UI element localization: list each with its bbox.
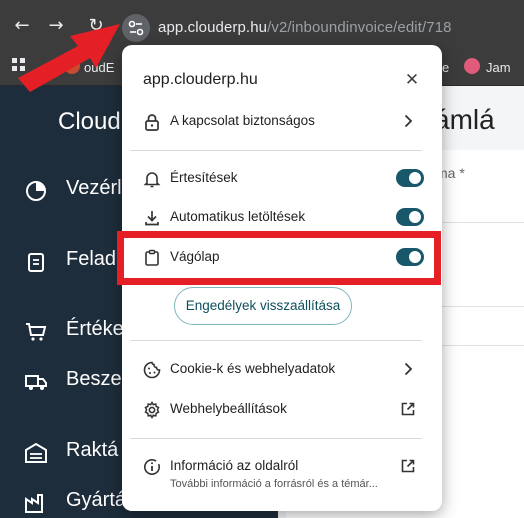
popup-divider bbox=[130, 150, 422, 151]
url-path: /v2/inboundinvoice/edit/718 bbox=[267, 19, 452, 36]
sidebar-item-label: Raktá bbox=[66, 439, 119, 461]
cart-icon bbox=[26, 323, 47, 341]
popup-divider bbox=[130, 438, 422, 439]
warehouse-icon bbox=[25, 442, 47, 463]
site-settings-label: Webhelybeállítások bbox=[170, 401, 287, 416]
tune-icon bbox=[128, 20, 144, 36]
popup-divider bbox=[130, 340, 422, 341]
sidebar-item-label: Gyártá bbox=[66, 489, 127, 511]
gear-icon bbox=[144, 401, 160, 420]
apps-grid-icon[interactable] bbox=[12, 58, 26, 72]
clipboard-icon bbox=[28, 253, 44, 272]
reset-permissions-button[interactable]: Engedélyek visszaállítása bbox=[174, 287, 352, 325]
downloads-toggle[interactable] bbox=[396, 208, 424, 226]
sidebar-item-label: Vezérl bbox=[66, 177, 122, 199]
truck-icon bbox=[25, 375, 47, 390]
info-icon bbox=[144, 459, 160, 475]
url-host: app.clouderp.hu bbox=[158, 19, 268, 36]
external-link-icon bbox=[401, 402, 415, 416]
sidebar-item-label: Felad bbox=[66, 248, 117, 270]
chevron-right-icon bbox=[404, 362, 413, 376]
sidebar-item-label: Besze bbox=[66, 368, 122, 390]
page-info-label: Információ az oldalról bbox=[170, 458, 299, 473]
bookmark-favicon bbox=[64, 58, 80, 74]
sidebar-item-label: Értéke bbox=[66, 318, 124, 340]
connection-security-label: A kapcsolat biztonságos bbox=[170, 113, 315, 128]
forward-icon[interactable]: → bbox=[44, 14, 68, 38]
site-settings-row[interactable]: Webhelybeállítások bbox=[130, 392, 430, 428]
chevron-right-icon bbox=[404, 114, 413, 128]
factory-icon bbox=[25, 494, 43, 513]
dashboard-icon bbox=[26, 181, 46, 201]
bookmark-item[interactable]: Jam bbox=[486, 60, 511, 75]
site-info-button[interactable] bbox=[122, 14, 150, 42]
permission-label: Automatikus letöltések bbox=[170, 209, 306, 224]
bookmark-item[interactable]: oudE bbox=[84, 60, 114, 75]
back-icon[interactable]: ← bbox=[10, 14, 34, 38]
cookies-row[interactable]: Cookie-k és webhelyadatok bbox=[130, 352, 430, 388]
lock-icon bbox=[145, 114, 159, 131]
bookmark-item[interactable]: e bbox=[442, 60, 449, 75]
cookie-icon bbox=[143, 361, 161, 379]
bell-icon bbox=[143, 172, 161, 188]
download-icon bbox=[145, 211, 159, 226]
cookies-label: Cookie-k és webhelyadatok bbox=[170, 361, 336, 376]
external-link-icon bbox=[401, 459, 415, 473]
permission-row-notifications[interactable]: Értesítések bbox=[130, 161, 430, 197]
app-brand: Cloud bbox=[58, 108, 121, 135]
highlight-box bbox=[117, 231, 441, 285]
notifications-toggle[interactable] bbox=[396, 169, 424, 187]
page-info-description: További információ a forrásról és a témá… bbox=[170, 478, 378, 490]
close-icon[interactable]: ✕ bbox=[400, 68, 424, 92]
bookmark-favicon bbox=[464, 58, 480, 74]
popup-title: app.clouderp.hu bbox=[143, 71, 258, 88]
connection-security-row[interactable]: A kapcsolat biztonságos bbox=[130, 104, 430, 140]
address-bar[interactable]: app.clouderp.hu/v2/inboundinvoice/edit/7… bbox=[158, 19, 452, 36]
reload-icon[interactable]: ↻ bbox=[84, 14, 108, 38]
permission-label: Értesítések bbox=[170, 170, 238, 185]
